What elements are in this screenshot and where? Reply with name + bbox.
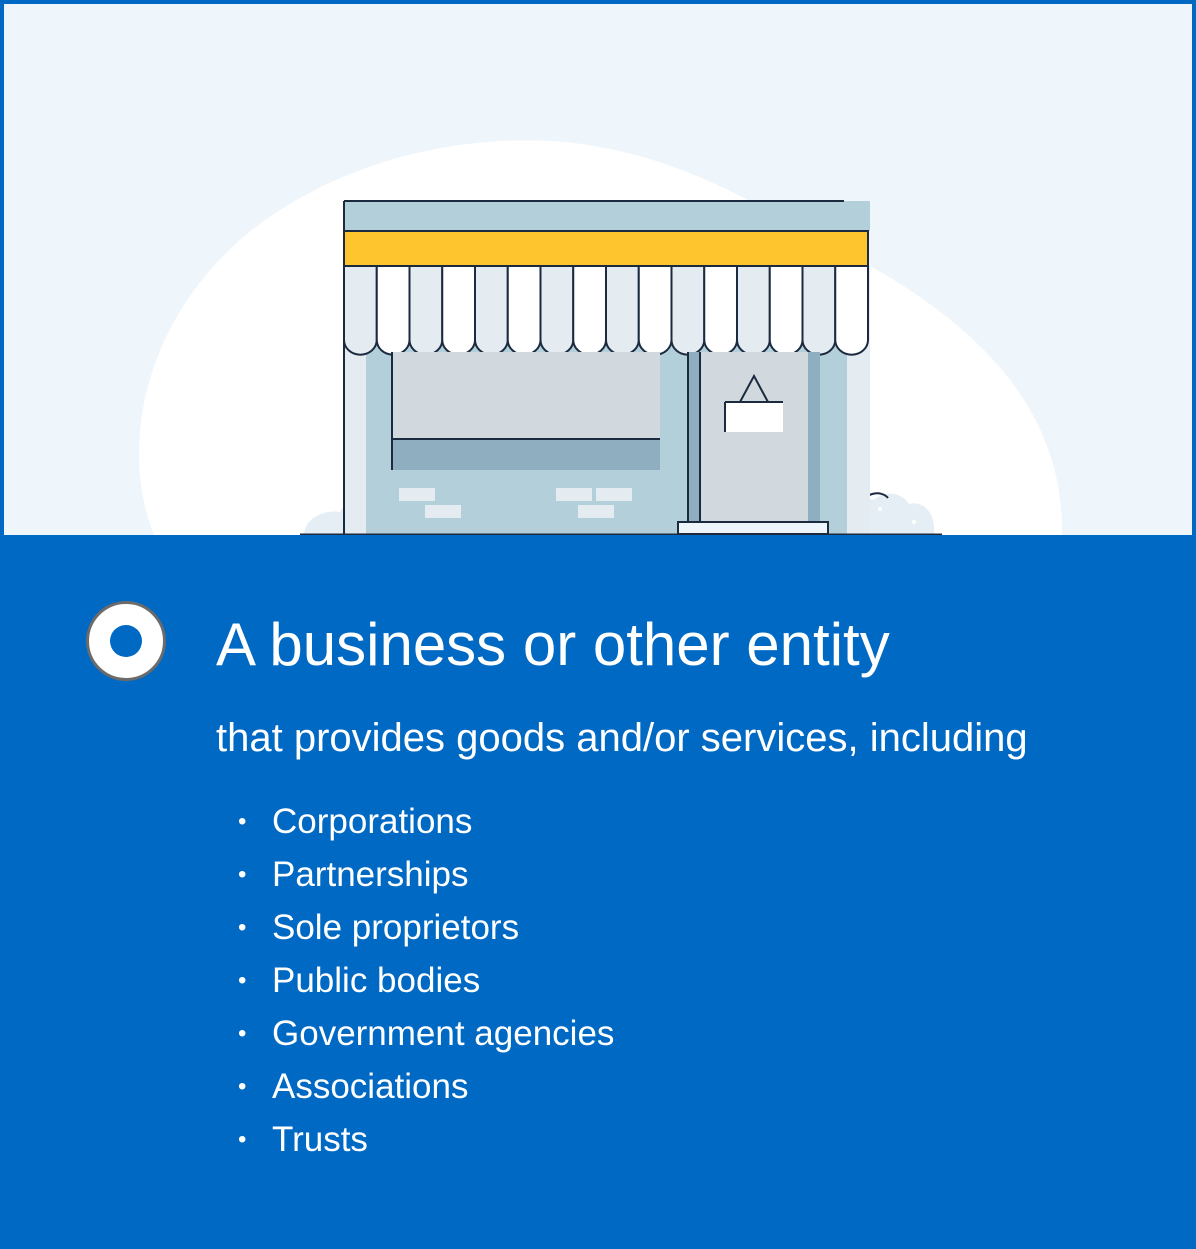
bullet-icon: • (238, 1126, 247, 1153)
list-item: • Trusts (234, 1113, 614, 1166)
bullet-icon: • (238, 967, 247, 994)
awning-stripe (375, 265, 411, 356)
storefront-icon (139, 140, 1063, 535)
awning-stripe (343, 265, 378, 356)
awning-stripe (670, 265, 706, 356)
page-subtitle: that provides goods and/or services, inc… (216, 716, 1028, 760)
awning-stripe (768, 265, 804, 356)
awning-stripe (605, 265, 640, 356)
entity-card: A business or other entity that provides… (0, 0, 1196, 1249)
awning-stripe (572, 265, 607, 356)
awning-stripe (736, 265, 771, 356)
bullet-icon: • (238, 1020, 247, 1047)
content-panel: A business or other entity that provides… (4, 535, 1192, 1245)
doorstep (677, 521, 829, 535)
awning-stripe (637, 265, 673, 356)
radio-button[interactable] (86, 601, 166, 681)
awning-stripe (801, 265, 837, 356)
awning-stripe (506, 265, 542, 356)
awning-stripe (441, 265, 476, 356)
list-item: • Corporations (234, 795, 614, 848)
awning-stripe (539, 265, 575, 356)
bullet-icon: • (238, 861, 247, 888)
page-title: A business or other entity (216, 611, 890, 678)
shop-door (688, 352, 810, 524)
entity-list: • Corporations • Partnerships • Sole propri… (234, 795, 614, 1166)
bullet-icon: • (238, 914, 247, 941)
awning-stripe (408, 265, 444, 356)
awning-scallops (343, 265, 869, 356)
bullet-icon: • (238, 1073, 247, 1100)
awning-stripe (703, 265, 738, 356)
list-item: • Associations (234, 1060, 614, 1113)
sign-board (344, 201, 870, 231)
list-item: • Government agencies (234, 1007, 614, 1060)
list-item: • Partnerships (234, 848, 614, 901)
awning-stripe (834, 265, 869, 356)
hanging-sign (725, 402, 783, 432)
awning-stripe (474, 265, 509, 356)
list-item: • Public bodies (234, 954, 614, 1007)
radio-selected-dot (110, 625, 142, 657)
list-item: • Sole proprietors (234, 901, 614, 954)
awning-band (343, 230, 869, 267)
bullet-icon: • (238, 808, 247, 835)
illustration-panel (4, 4, 1192, 535)
